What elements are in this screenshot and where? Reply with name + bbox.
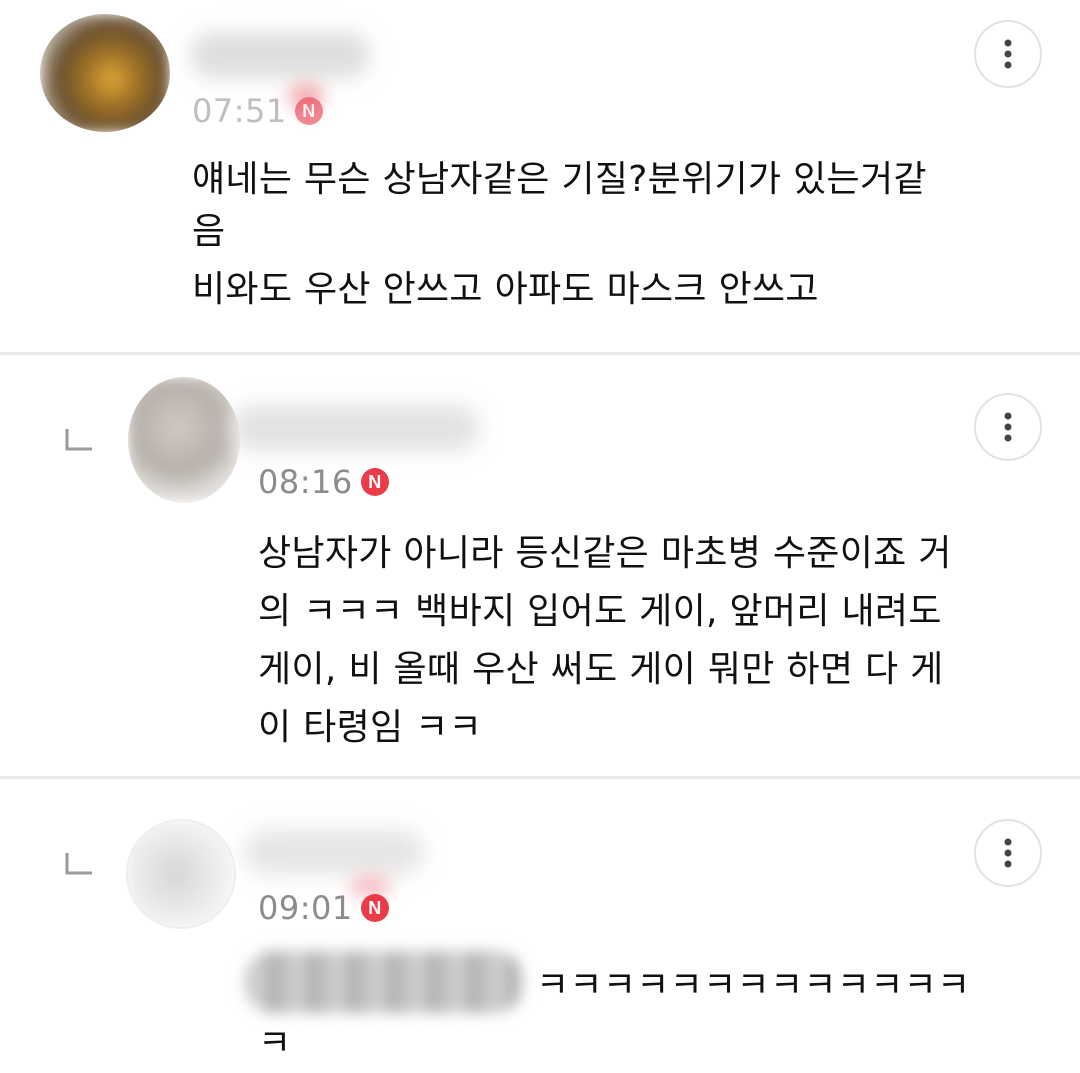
comment-line: 의 ㅋㅋㅋ 백바지 입어도 게이, 앞머리 내려도 — [258, 591, 942, 632]
comment-meta: 09:01 N — [258, 889, 389, 927]
comment-time: 07:51 — [192, 92, 287, 130]
comment-meta: 08:16 N — [258, 463, 389, 501]
reply-arrow-icon — [65, 429, 92, 451]
comment-body: 상남자가 아니라 등신같은 마초병 수준이죠 거 의 ㅋㅋㅋ 백바지 입어도 게… — [258, 525, 1038, 757]
avatar[interactable] — [40, 14, 170, 132]
avatar-image-blurred — [128, 821, 234, 927]
avatar[interactable] — [126, 819, 236, 929]
avatar[interactable] — [128, 377, 240, 503]
comment-line: 이 타령임 ㅋㅋ — [258, 707, 483, 748]
comment-body-continued: ㅋ — [258, 1015, 1038, 1073]
comment-line: 음 — [192, 211, 226, 252]
mention-tag-blurred[interactable] — [246, 951, 522, 1013]
more-vertical-icon — [1004, 412, 1012, 442]
new-badge-icon: N — [294, 97, 323, 125]
comment-line: 비와도 우산 안쓰고 아파도 마스크 안쓰고 — [192, 269, 819, 310]
more-vertical-icon — [1004, 39, 1012, 69]
comment-line: 게이, 비 올때 우산 써도 게이 뭐만 하면 다 게 — [258, 649, 944, 690]
comment-time: 08:16 — [258, 463, 353, 501]
nickname-blurred[interactable] — [244, 829, 424, 875]
more-vertical-icon — [1004, 838, 1012, 868]
more-options-button[interactable] — [974, 819, 1042, 887]
new-badge-icon: N — [360, 468, 389, 496]
nickname-blurred[interactable] — [190, 32, 370, 78]
more-options-button[interactable] — [974, 20, 1042, 88]
avatar-image-blurred — [128, 377, 240, 503]
comment-body: 얘네는 무슨 상남자같은 기질?분위기가 있는거같 음 비와도 우산 안쓰고 아… — [192, 154, 1032, 316]
comment-2-reply: 08:16 N 상남자가 아니라 등신같은 마초병 수준이죠 거 의 ㅋㅋㅋ 백… — [0, 355, 1080, 776]
new-badge-icon: N — [360, 894, 389, 922]
comment-body: ㅋㅋㅋㅋㅋㅋㅋㅋㅋㅋㅋㅋㅋ — [536, 957, 1036, 1015]
comment-line: 상남자가 아니라 등신같은 마초병 수준이죠 거 — [258, 533, 952, 574]
reply-arrow-icon — [65, 853, 92, 875]
more-options-button[interactable] — [974, 393, 1042, 461]
nickname-blurred[interactable] — [230, 405, 480, 451]
comment-line: 얘네는 무슨 상남자같은 기질?분위기가 있는거같 — [192, 159, 927, 200]
comment-1: 07:51 N 얘네는 무슨 상남자같은 기질?분위기가 있는거같 음 비와도 … — [0, 0, 1080, 352]
comment-line: ㅋ — [258, 1023, 292, 1064]
comment-3-reply: 09:01 N ㅋㅋㅋㅋㅋㅋㅋㅋㅋㅋㅋㅋㅋ ㅋ — [0, 779, 1080, 1066]
comment-line: ㅋㅋㅋㅋㅋㅋㅋㅋㅋㅋㅋㅋㅋ — [536, 965, 971, 1006]
comment-time: 09:01 — [258, 889, 353, 927]
comment-meta: 07:51 N — [192, 92, 323, 130]
avatar-image-blurred — [40, 14, 170, 132]
